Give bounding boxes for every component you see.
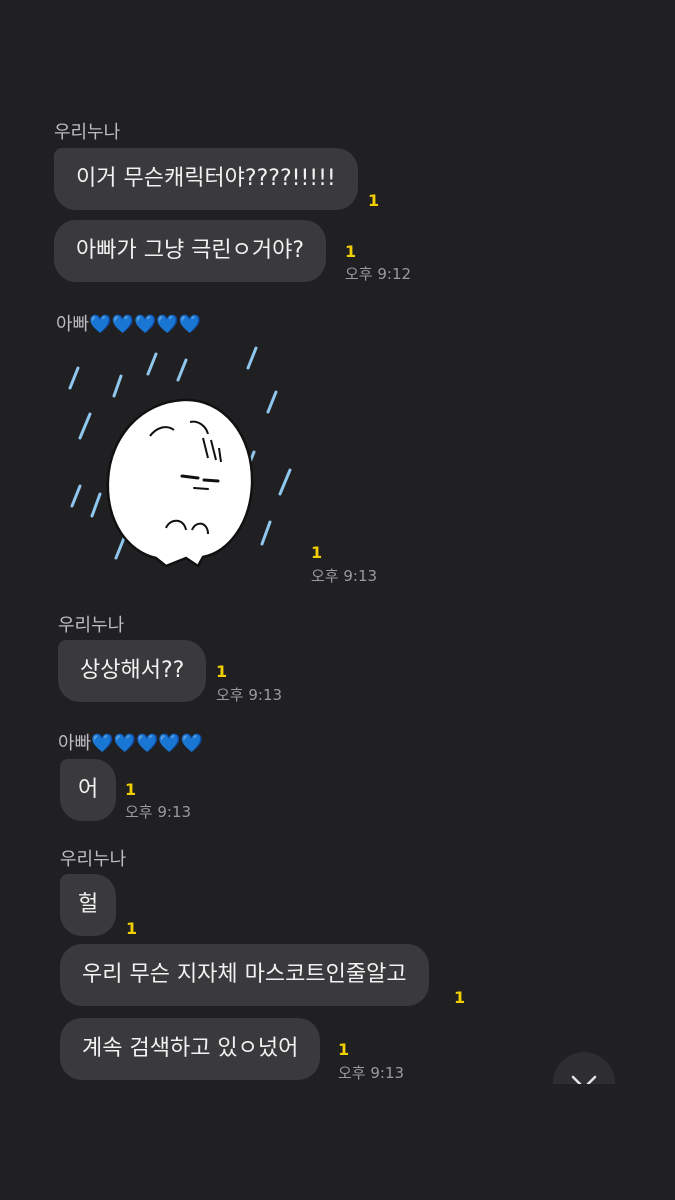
timestamp: 오후 9:12 <box>345 265 412 283</box>
sender-name: 우리누나 <box>60 849 127 870</box>
blue-heart-icon: 💙 <box>158 733 181 754</box>
unread-count: 1 <box>368 191 380 210</box>
unread-count: 1 <box>311 543 323 562</box>
timestamp: 오후 9:13 <box>338 1064 405 1082</box>
blue-heart-icon: 💙 <box>113 733 136 754</box>
timestamp: 오후 9:13 <box>216 686 283 704</box>
chevron-down-icon <box>571 1075 597 1084</box>
message-bubble[interactable]: 어 <box>60 759 117 821</box>
unread-count: 1 <box>125 780 137 799</box>
unread-count: 1 <box>345 242 357 261</box>
timestamp: 오후 9:13 <box>311 567 378 585</box>
blue-heart-icon: 💙 <box>135 733 159 754</box>
message-bubble[interactable]: 우리 무슨 지자체 마스코트인줄알고 <box>60 944 429 1006</box>
blue-heart-icon: 💙 <box>111 314 134 335</box>
sender-name-row: 아빠💙💙💙💙💙 <box>56 310 201 336</box>
message-bubble[interactable]: 계속 검색하고 있ㅇ넜어 <box>60 1018 321 1080</box>
blue-heart-icon: 💙 <box>91 733 114 754</box>
unread-count: 1 <box>454 988 466 1007</box>
message-bubble[interactable]: 헐 <box>60 874 117 936</box>
sender-name: 우리누나 <box>54 122 121 143</box>
message-bubble[interactable]: 아빠가 그냥 극린ㅇ거야? <box>54 220 327 282</box>
sender-name: 아빠 <box>56 314 90 335</box>
unread-count: 1 <box>338 1040 350 1059</box>
blue-heart-icon: 💙 <box>180 733 204 754</box>
heart-icons: 💙💙💙💙💙 <box>91 733 203 754</box>
unread-count: 1 <box>216 662 228 681</box>
message-bubble[interactable]: 이거 무슨캐릭터야????!!!!! <box>54 148 358 210</box>
sender-name: 아빠 <box>58 733 92 754</box>
blue-heart-icon: 💙 <box>178 314 202 335</box>
timestamp: 오후 9:13 <box>125 803 192 821</box>
sender-name-row: 아빠💙💙💙💙💙 <box>58 729 203 755</box>
heart-icons: 💙💙💙💙💙 <box>89 314 201 335</box>
unread-count: 1 <box>126 919 138 938</box>
scroll-button-circle <box>553 1052 615 1084</box>
scroll-down-button[interactable] <box>553 1052 617 1084</box>
sticker-icon <box>68 346 292 568</box>
crying-character-sticker[interactable] <box>58 340 308 580</box>
message-bubble[interactable]: 상상해서?? <box>58 640 207 702</box>
sender-name: 우리누나 <box>58 615 125 636</box>
blue-heart-icon: 💙 <box>156 314 179 335</box>
blue-heart-icon: 💙 <box>89 314 112 335</box>
blue-heart-icon: 💙 <box>133 314 157 335</box>
